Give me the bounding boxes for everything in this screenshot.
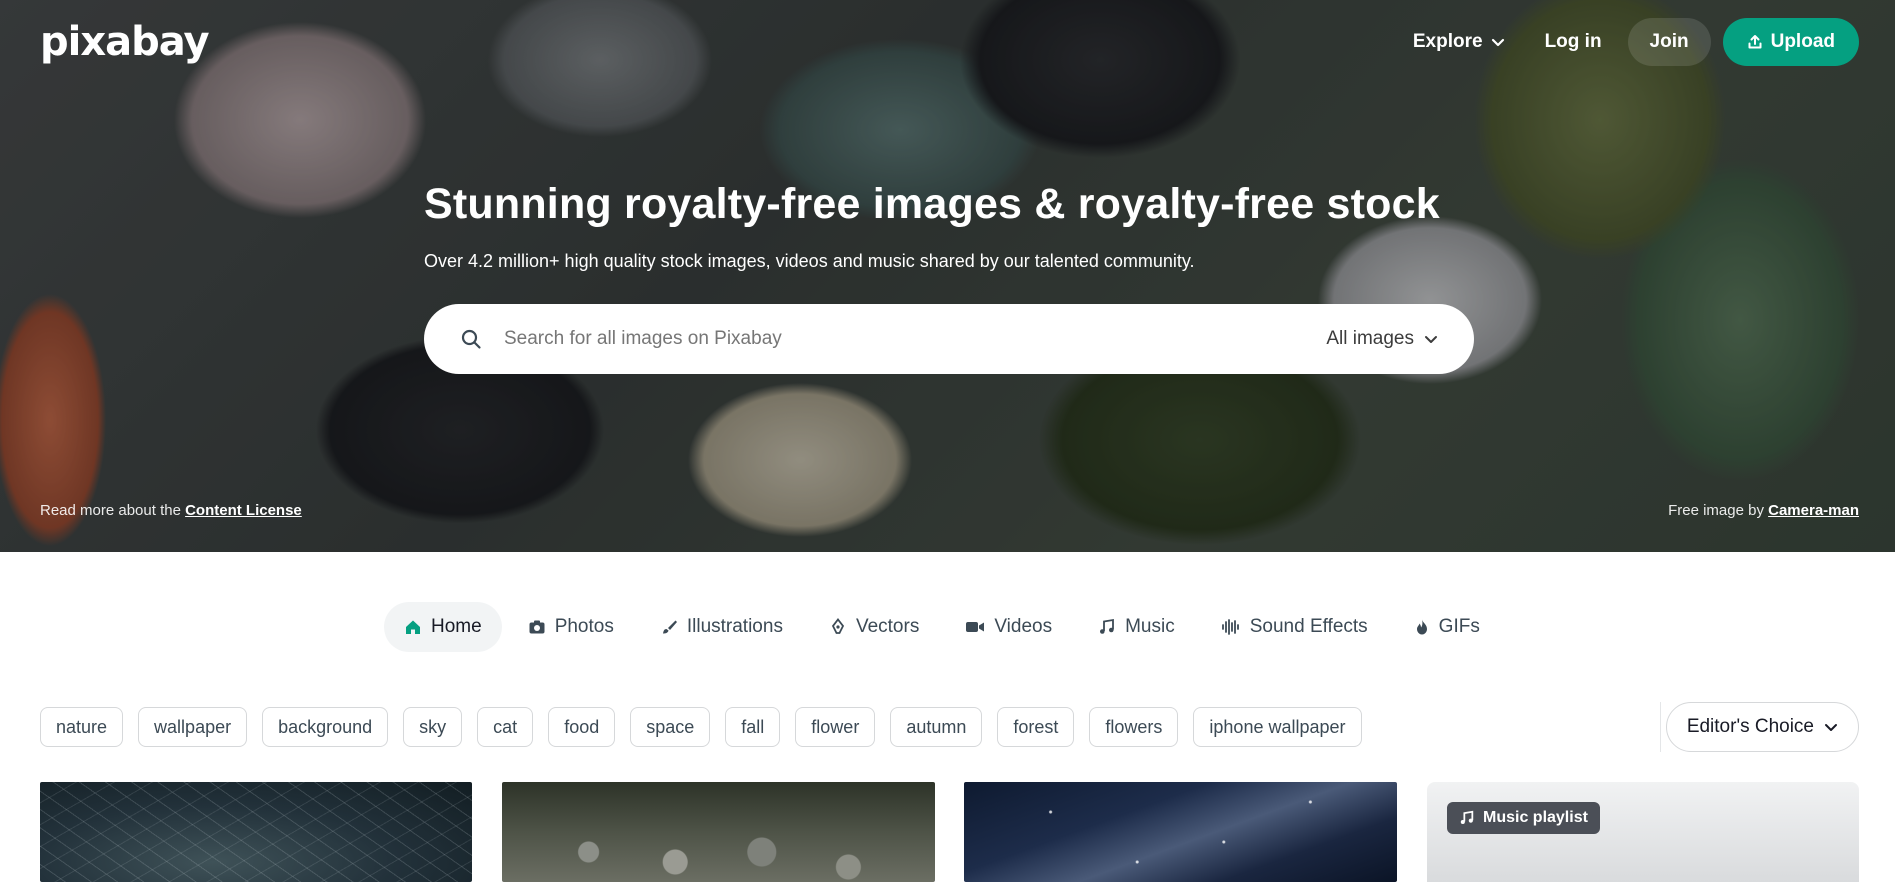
music-note-icon: [1098, 618, 1116, 636]
pen-nib-icon: [829, 618, 847, 636]
explore-label: Explore: [1412, 31, 1483, 52]
top-navigation: Explore Log in Join Upload: [1399, 18, 1859, 66]
tag-chip[interactable]: background: [262, 707, 389, 747]
tab-gifs-label: GIFs: [1438, 616, 1480, 637]
playlist-badge: Music playlist: [1447, 802, 1600, 834]
tab-videos[interactable]: Videos: [945, 602, 1072, 652]
music-note-icon: [1460, 810, 1474, 825]
hero-title: Stunning royalty-free images & royalty-f…: [424, 180, 1440, 228]
license-note: Read more about the Content License: [40, 502, 302, 519]
content-license-link[interactable]: Content License: [185, 502, 302, 519]
tab-illustrations[interactable]: Illustrations: [640, 602, 803, 652]
hero-subtitle: Over 4.2 million+ high quality stock ima…: [424, 251, 1195, 271]
license-prefix: Read more about the: [40, 502, 186, 519]
tag-chip[interactable]: autumn: [890, 707, 983, 747]
tab-illustrations-label: Illustrations: [686, 616, 783, 637]
tag-chip[interactable]: cat: [477, 707, 534, 747]
upload-button[interactable]: Upload: [1722, 18, 1859, 66]
video-icon: [965, 618, 985, 636]
tab-home-label: Home: [431, 616, 482, 637]
tag-chip[interactable]: nature: [40, 707, 124, 747]
tag-chip[interactable]: wallpaper: [138, 707, 248, 747]
toolbar-divider: [1660, 702, 1661, 752]
chevron-down-icon: [1425, 336, 1437, 343]
playlist-badge-label: Music playlist: [1483, 809, 1588, 826]
credit-prefix: Free image by: [1668, 502, 1769, 519]
tag-chip[interactable]: fall: [725, 707, 781, 747]
home-icon: [404, 618, 422, 636]
tag-chip[interactable]: forest: [997, 707, 1075, 747]
tab-videos-label: Videos: [994, 616, 1053, 637]
tag-chip[interactable]: food: [548, 707, 616, 747]
tag-chip[interactable]: flowers: [1089, 707, 1179, 747]
tag-chip[interactable]: space: [630, 707, 711, 747]
hero-banner: pixabay Explore Log in Join Upload Stunn…: [0, 0, 1895, 552]
chevron-down-icon: [1825, 724, 1837, 731]
search-type-dropdown[interactable]: All images: [1326, 328, 1438, 350]
tab-sound-effects[interactable]: Sound Effects: [1201, 602, 1388, 652]
media-type-tabs: Home Photos Illustrations Vectors Videos…: [384, 602, 1500, 652]
camera-icon: [528, 618, 546, 636]
tab-vectors-label: Vectors: [855, 616, 920, 637]
waveform-icon: [1221, 618, 1241, 636]
tag-chip[interactable]: sky: [403, 707, 463, 747]
chevron-down-icon: [1491, 38, 1504, 47]
explore-menu-button[interactable]: Explore: [1399, 18, 1519, 66]
search-bar: All images: [424, 304, 1474, 374]
tab-home[interactable]: Home: [384, 602, 502, 652]
join-button[interactable]: Join: [1627, 18, 1711, 66]
credit-author-link[interactable]: Camera-man: [1768, 502, 1859, 519]
popular-tags: nature wallpaper background sky cat food…: [40, 707, 1362, 747]
sort-label: Editor's Choice: [1686, 716, 1814, 737]
image-credit: Free image by Camera-man: [1668, 502, 1859, 519]
search-icon[interactable]: [460, 327, 484, 351]
tab-music[interactable]: Music: [1078, 602, 1195, 652]
pixabay-logo[interactable]: pixabay: [40, 18, 210, 66]
music-playlist-card[interactable]: Music playlist: [1427, 782, 1859, 882]
tab-vectors[interactable]: Vectors: [809, 602, 939, 652]
flame-icon: [1414, 618, 1430, 636]
tag-chip[interactable]: iphone wallpaper: [1193, 707, 1362, 747]
tag-chip[interactable]: flower: [795, 707, 876, 747]
tab-photos[interactable]: Photos: [508, 602, 634, 652]
upload-icon: [1748, 35, 1762, 49]
image-thumbnail[interactable]: [964, 782, 1397, 882]
upload-label: Upload: [1770, 31, 1835, 52]
tab-photos-label: Photos: [554, 616, 614, 637]
image-thumbnail[interactable]: [40, 782, 472, 882]
tab-sound-effects-label: Sound Effects: [1249, 616, 1368, 637]
tab-music-label: Music: [1125, 616, 1175, 637]
tab-gifs[interactable]: GIFs: [1394, 602, 1500, 652]
login-link[interactable]: Log in: [1531, 18, 1616, 66]
brush-icon: [660, 618, 678, 636]
search-input[interactable]: [504, 328, 1327, 350]
search-type-label: All images: [1326, 328, 1414, 349]
sort-dropdown[interactable]: Editor's Choice: [1665, 702, 1859, 752]
image-thumbnail[interactable]: [502, 782, 935, 882]
